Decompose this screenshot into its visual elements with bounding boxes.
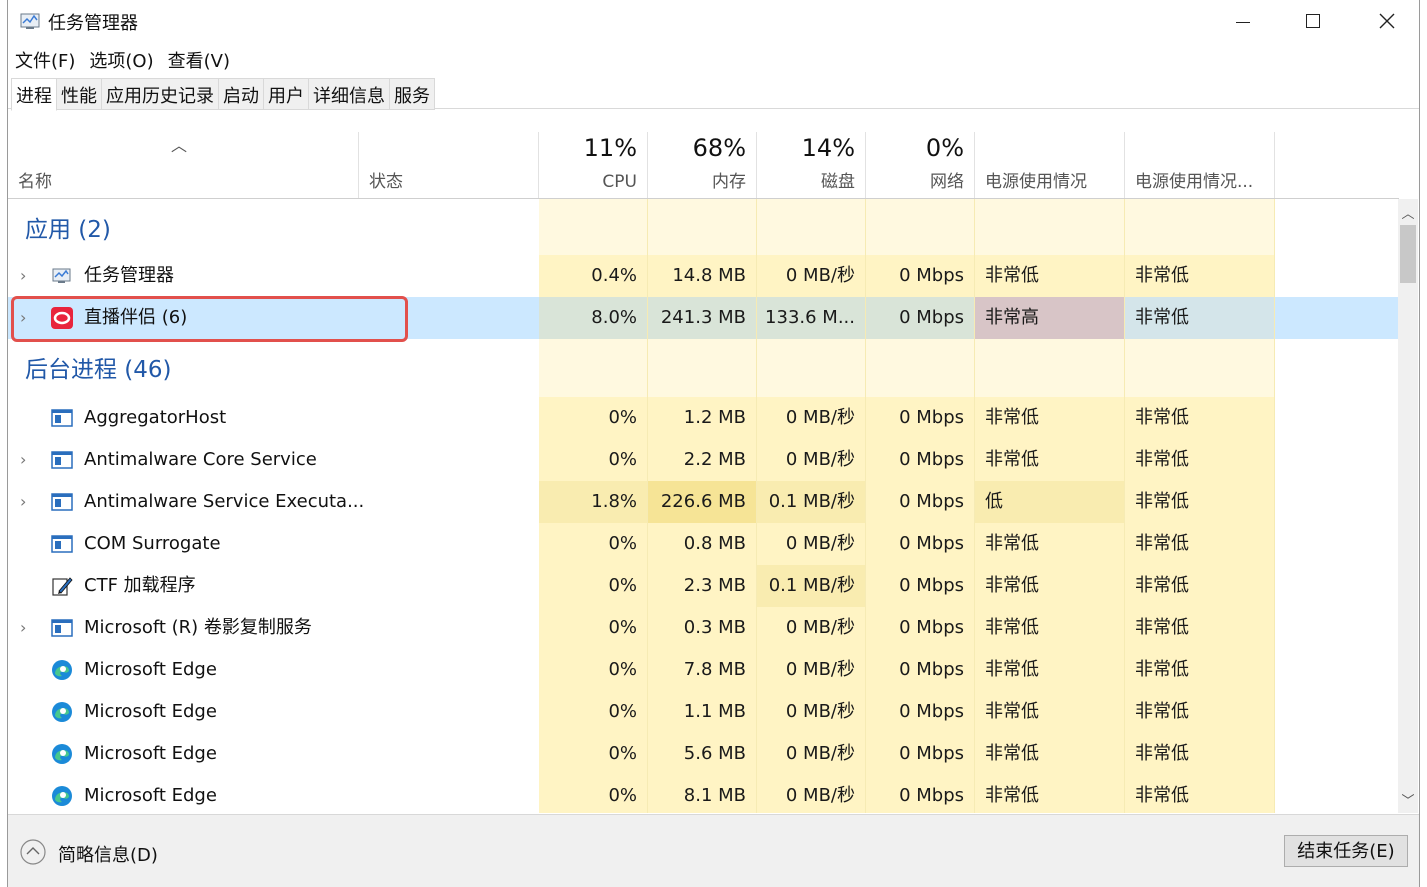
table-row[interactable]: COM Surrogate 0% 0.8 MB 0 MB/秒 0 Mbps 非常… [8,523,1399,565]
tab-details[interactable]: 详细信息 [309,78,390,110]
scroll-down-icon[interactable]: ﹀ [1398,790,1418,809]
fewer-details-link[interactable]: 简略信息(D) [58,841,158,867]
collapse-chevron-up-icon[interactable] [20,839,46,865]
process-table: 应用 (2) › 任务管理器 0.4% 14.8 MB 0 MB/秒 0 Mbp… [8,199,1399,813]
table-row[interactable]: Microsoft Edge 0% 5.6 MB 0 MB/秒 0 Mbps 非… [8,733,1399,775]
close-icon [1379,13,1395,29]
menu-view[interactable]: 查看(V) [161,44,237,74]
edge-browser-icon [52,786,72,806]
service-window-icon [51,619,73,637]
tab-users[interactable]: 用户 [264,78,309,110]
table-row[interactable]: › 任务管理器 0.4% 14.8 MB 0 MB/秒 0 Mbps 非常低 非… [8,255,1399,297]
tab-performance[interactable]: 性能 [57,78,102,110]
menu-options[interactable]: 选项(O) [82,44,160,74]
process-name: Antimalware Service Executa... [84,491,365,512]
process-name: 任务管理器 [84,265,174,286]
expand-chevron-icon[interactable]: › [20,439,26,481]
service-window-icon [51,535,73,553]
memory-total: 68% [692,134,746,162]
service-window-icon [51,409,73,427]
group-header-background[interactable]: 后台进程 (46) [8,339,1399,397]
process-name: Microsoft Edge [84,659,217,680]
process-name: COM Surrogate [84,533,221,554]
disk-total: 14% [801,134,855,162]
table-row[interactable]: Microsoft Edge 0% 7.8 MB 0 MB/秒 0 Mbps 非… [8,649,1399,691]
process-name: CTF 加载程序 [84,575,196,596]
tab-services[interactable]: 服务 [390,78,435,110]
table-row[interactable]: › Antimalware Core Service 0% 2.2 MB 0 M… [8,439,1399,481]
footer-bar: 简略信息(D) 结束任务(E) [8,814,1419,887]
menu-bar: 文件(F) 选项(O) 查看(V) [8,44,237,74]
tab-processes[interactable]: 进程 [11,78,57,111]
title-bar[interactable]: 任务管理器 [8,0,1419,42]
expand-chevron-icon[interactable]: › [20,481,26,523]
window-title: 任务管理器 [48,13,138,34]
table-row[interactable]: › Antimalware Service Executa... 1.8% 22… [8,481,1399,523]
column-power-trend[interactable]: 电源使用情况... [1125,132,1275,198]
highlight-annotation [11,296,408,342]
maximize-button[interactable] [1278,0,1348,42]
edge-browser-icon [52,702,72,722]
end-task-button[interactable]: 结束任务(E) [1284,835,1408,867]
column-network[interactable]: 0% 网络 [866,132,975,198]
column-header: ︿ 名称 状态 11% CPU 68% 内存 14% 磁盘 0% 网络 电源使用… [8,132,1399,199]
table-row[interactable]: AggregatorHost 0% 1.2 MB 0 MB/秒 0 Mbps 非… [8,397,1399,439]
task-manager-icon [52,268,71,283]
column-name[interactable]: 名称 [8,132,359,198]
table-row[interactable]: Microsoft Edge 0% 1.1 MB 0 MB/秒 0 Mbps 非… [8,691,1399,733]
table-row[interactable]: Microsoft Edge 0% 8.1 MB 0 MB/秒 0 Mbps 非… [8,775,1399,813]
expand-chevron-icon[interactable]: › [20,607,26,649]
tab-bar: 进程 性能 应用历史记录 启动 用户 详细信息 服务 [8,78,1419,111]
cpu-total: 11% [583,134,637,162]
process-name: Microsoft Edge [84,743,217,764]
group-header-apps[interactable]: 应用 (2) [8,199,1399,257]
task-manager-window: 任务管理器 文件(F) 选项(O) 查看(V) 进程 性能 应用历史记录 启动 … [7,0,1420,887]
process-name: AggregatorHost [84,407,227,428]
process-name: Microsoft Edge [84,785,217,806]
task-manager-icon [20,13,40,29]
scroll-up-icon[interactable]: ︿ [1398,203,1418,222]
tab-startup[interactable]: 启动 [219,78,264,110]
edge-browser-icon [52,660,72,680]
tab-app-history[interactable]: 应用历史记录 [102,78,219,110]
process-name: Microsoft (R) 卷影复制服务 [84,617,312,638]
process-name: Antimalware Core Service [84,449,317,470]
service-window-icon [51,493,73,511]
close-button[interactable] [1352,0,1419,42]
table-row[interactable]: CTF 加载程序 0% 2.3 MB 0.1 MB/秒 0 Mbps 非常低 非… [8,565,1399,607]
menu-file[interactable]: 文件(F) [8,44,82,74]
network-total: 0% [925,134,964,162]
process-name: Microsoft Edge [84,701,217,722]
expand-chevron-icon[interactable]: › [20,255,26,297]
service-window-icon [51,451,73,469]
ctf-pen-icon [52,577,73,596]
maximize-icon [1306,14,1320,28]
scrollbar-thumb[interactable] [1400,225,1416,283]
column-disk[interactable]: 14% 磁盘 [757,132,866,198]
minimize-icon [1236,21,1250,23]
vertical-scrollbar[interactable]: ︿ ﹀ [1398,199,1418,813]
column-cpu[interactable]: 11% CPU [539,132,648,198]
column-power[interactable]: 电源使用情况 [975,132,1125,198]
edge-browser-icon [52,744,72,764]
table-row[interactable]: › Microsoft (R) 卷影复制服务 0% 0.3 MB 0 MB/秒 … [8,607,1399,649]
minimize-button[interactable] [1208,0,1278,42]
column-memory[interactable]: 68% 内存 [648,132,757,198]
column-status[interactable]: 状态 [359,132,539,198]
